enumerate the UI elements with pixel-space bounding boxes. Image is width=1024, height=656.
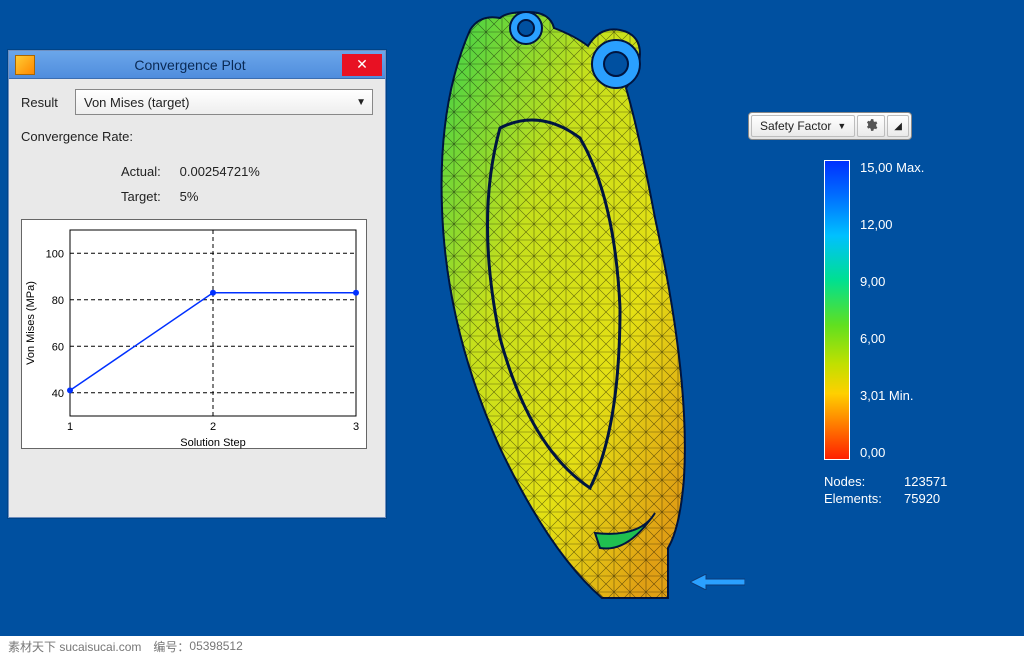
watermark-bar: 素材天下 sucaisucai.com 编号： 05398512 [0, 636, 1024, 656]
target-row: Target: 5% [121, 185, 373, 210]
expand-toolbar-button[interactable]: ◢ [887, 115, 909, 137]
result-select-value: Von Mises (target) [84, 95, 190, 110]
elements-value: 75920 [904, 491, 984, 506]
expand-icon: ◢ [894, 121, 902, 132]
app-icon [15, 55, 35, 75]
legend-tick: 9,00 [860, 274, 984, 289]
actual-row: Actual: 0.00254721% [121, 160, 373, 185]
watermark-id-value: 05398512 [189, 639, 242, 653]
chevron-down-icon: ▼ [356, 97, 366, 108]
convergence-rate-label: Convergence Rate: [21, 129, 373, 144]
chevron-down-icon: ▼ [837, 121, 846, 131]
svg-text:100: 100 [46, 249, 64, 261]
watermark-site: 素材天下 sucaisucai.com [8, 638, 141, 655]
nodes-value: 123571 [904, 474, 984, 489]
svg-text:1: 1 [67, 421, 73, 433]
fea-model-part [430, 8, 710, 623]
legend-tick: 15,00 Max. [860, 160, 984, 175]
convergence-chart: 40 60 80 100 1 2 3 Solution Step Von Mises (MPa) [21, 219, 367, 449]
color-legend: 15,00 Max. 12,00 9,00 6,00 3,01 Min. 0,0… [824, 160, 984, 506]
legend-color-bar [824, 160, 850, 460]
close-button[interactable]: ✕ [342, 54, 382, 76]
dialog-titlebar[interactable]: Convergence Plot ✕ [9, 51, 385, 79]
svg-text:60: 60 [52, 342, 64, 354]
actual-label: Actual: [121, 160, 176, 185]
svg-text:2: 2 [210, 421, 216, 433]
legend-tick: 3,01 Min. [860, 388, 984, 403]
watermark-id-label: 编号： [153, 638, 189, 655]
legend-tick: 6,00 [860, 331, 984, 346]
display-mode-toolbar: Safety Factor ▼ ◢ [748, 112, 912, 140]
display-mode-label: Safety Factor [760, 119, 831, 133]
fea-model-viewport[interactable] [390, 0, 760, 640]
elements-label: Elements: [824, 491, 904, 506]
convergence-plot-dialog: Convergence Plot ✕ Result Von Mises (tar… [8, 50, 386, 518]
target-value: 5% [180, 189, 199, 204]
svg-text:Solution Step: Solution Step [180, 437, 245, 449]
settings-button[interactable] [857, 115, 885, 137]
svg-text:80: 80 [52, 295, 64, 307]
close-icon: ✕ [356, 56, 368, 73]
load-arrow-icon [690, 574, 745, 590]
legend-tick-labels: 15,00 Max. 12,00 9,00 6,00 3,01 Min. 0,0… [860, 160, 984, 460]
gear-icon [864, 118, 878, 135]
nodes-label: Nodes: [824, 474, 904, 489]
target-label: Target: [121, 185, 176, 210]
result-select[interactable]: Von Mises (target) ▼ [75, 89, 373, 115]
result-label: Result [21, 95, 65, 110]
svg-text:Von Mises (MPa): Von Mises (MPa) [25, 282, 37, 366]
actual-value: 0.00254721% [180, 164, 260, 179]
legend-tick: 0,00 [860, 445, 984, 460]
legend-tick: 12,00 [860, 217, 984, 232]
svg-text:40: 40 [52, 388, 64, 400]
display-mode-select[interactable]: Safety Factor ▼ [751, 115, 855, 137]
svg-text:3: 3 [353, 421, 359, 433]
dialog-title: Convergence Plot [41, 57, 339, 73]
